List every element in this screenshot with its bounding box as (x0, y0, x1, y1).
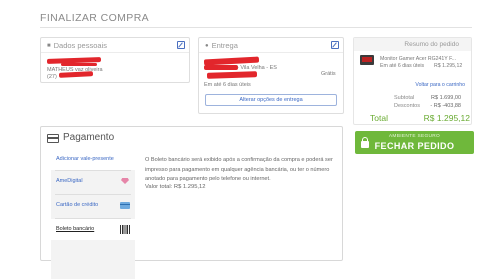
delivery-eta: Em até 6 dias úteis (204, 82, 251, 88)
product-eta: Em até 6 dias úteis (380, 63, 425, 69)
delivery-header: ● Entrega (205, 41, 238, 50)
product-price: R$ 1.295,12 (434, 63, 463, 69)
product-name: Monitor Gamer Acer RG241Y F... (380, 56, 457, 62)
discount-value: - R$ -403,88 (430, 103, 461, 109)
redacted-address (206, 71, 258, 79)
discount-row: Descontos - R$ -403,88 (394, 103, 461, 109)
add-voucher-link[interactable]: Adicionar vale-presente (51, 149, 135, 170)
payment-title: Pagamento (63, 132, 115, 143)
payment-card: Pagamento Adicionar vale-presente AmeDig… (40, 126, 343, 279)
product-thumbnail (360, 55, 374, 65)
page-title: FINALIZAR COMPRA (40, 12, 150, 24)
redacted-info (58, 71, 94, 78)
title-divider (40, 27, 472, 28)
order-summary-card: Resumo do pedido Monitor Gamer Acer RG24… (353, 37, 472, 125)
payment-method-amedigital[interactable]: AmeDigital (51, 171, 135, 192)
payment-method-label: Cartão de crédito (56, 202, 99, 208)
total-row: Total R$ 1.295,12 (370, 113, 470, 123)
secure-environment-label: AMBIENTE SEGURO (388, 134, 441, 139)
user-icon: ■ (47, 42, 51, 49)
subtotal-label: Subtotal (394, 95, 415, 101)
delivery-card: ● Entrega - Vila Velha - ES Em até 6 dia… (198, 37, 344, 114)
payment-methods-list: Adicionar vale-presente AmeDigital Cartã… (51, 149, 135, 279)
redacted-info (61, 63, 97, 66)
personal-data-card: ■ Dados pessoais MATHEUS vaz oliveira (2… (40, 37, 190, 83)
gem-icon (121, 178, 129, 184)
payment-method-boleto[interactable]: Boleto bancário (51, 219, 135, 240)
delivery-price: Grátis (321, 71, 336, 77)
customer-phone: (27) (47, 74, 57, 80)
personal-data-header: ■ Dados pessoais (47, 41, 107, 50)
credit-card-icon (47, 134, 59, 143)
redacted-address (204, 65, 238, 70)
boleto-total-value: Valor total: R$ 1.295,12 (145, 184, 206, 190)
total-value: R$ 1.295,12 (423, 113, 470, 123)
payment-method-label: AmeDigital (56, 178, 83, 184)
summary-title: Resumo do pedido (354, 38, 471, 51)
credit-card-icon (120, 202, 130, 209)
delivery-title: Entrega (211, 41, 238, 50)
subtotal-value: R$ 1.699,00 (431, 95, 461, 101)
header-divider (41, 52, 189, 53)
header-divider (199, 52, 343, 53)
back-to-cart-link[interactable]: Voltar para o carrinho (415, 82, 465, 88)
finalize-order-label: FECHAR PEDIDO (374, 141, 455, 151)
change-delivery-button[interactable]: Alterar opções de entrega (205, 94, 337, 106)
payment-method-label: Boleto bancário (56, 226, 95, 232)
barcode-icon (120, 225, 130, 234)
finalize-order-button[interactable]: AMBIENTE SEGURO FECHAR PEDIDO (355, 131, 474, 154)
discount-label: Descontos (394, 103, 420, 109)
edit-personal-icon[interactable] (177, 41, 185, 49)
personal-data-title: Dados pessoais (53, 41, 107, 50)
payment-method-credit-card[interactable]: Cartão de crédito (51, 195, 135, 216)
delivery-city: - Vila Velha - ES (237, 65, 277, 71)
total-label: Total (370, 113, 388, 123)
boleto-description: O Boleto bancário será exibido após a co… (145, 157, 333, 183)
truck-icon: ● (205, 42, 209, 49)
edit-delivery-icon[interactable] (331, 41, 339, 49)
subtotal-row: Subtotal R$ 1.699,00 (394, 95, 461, 101)
